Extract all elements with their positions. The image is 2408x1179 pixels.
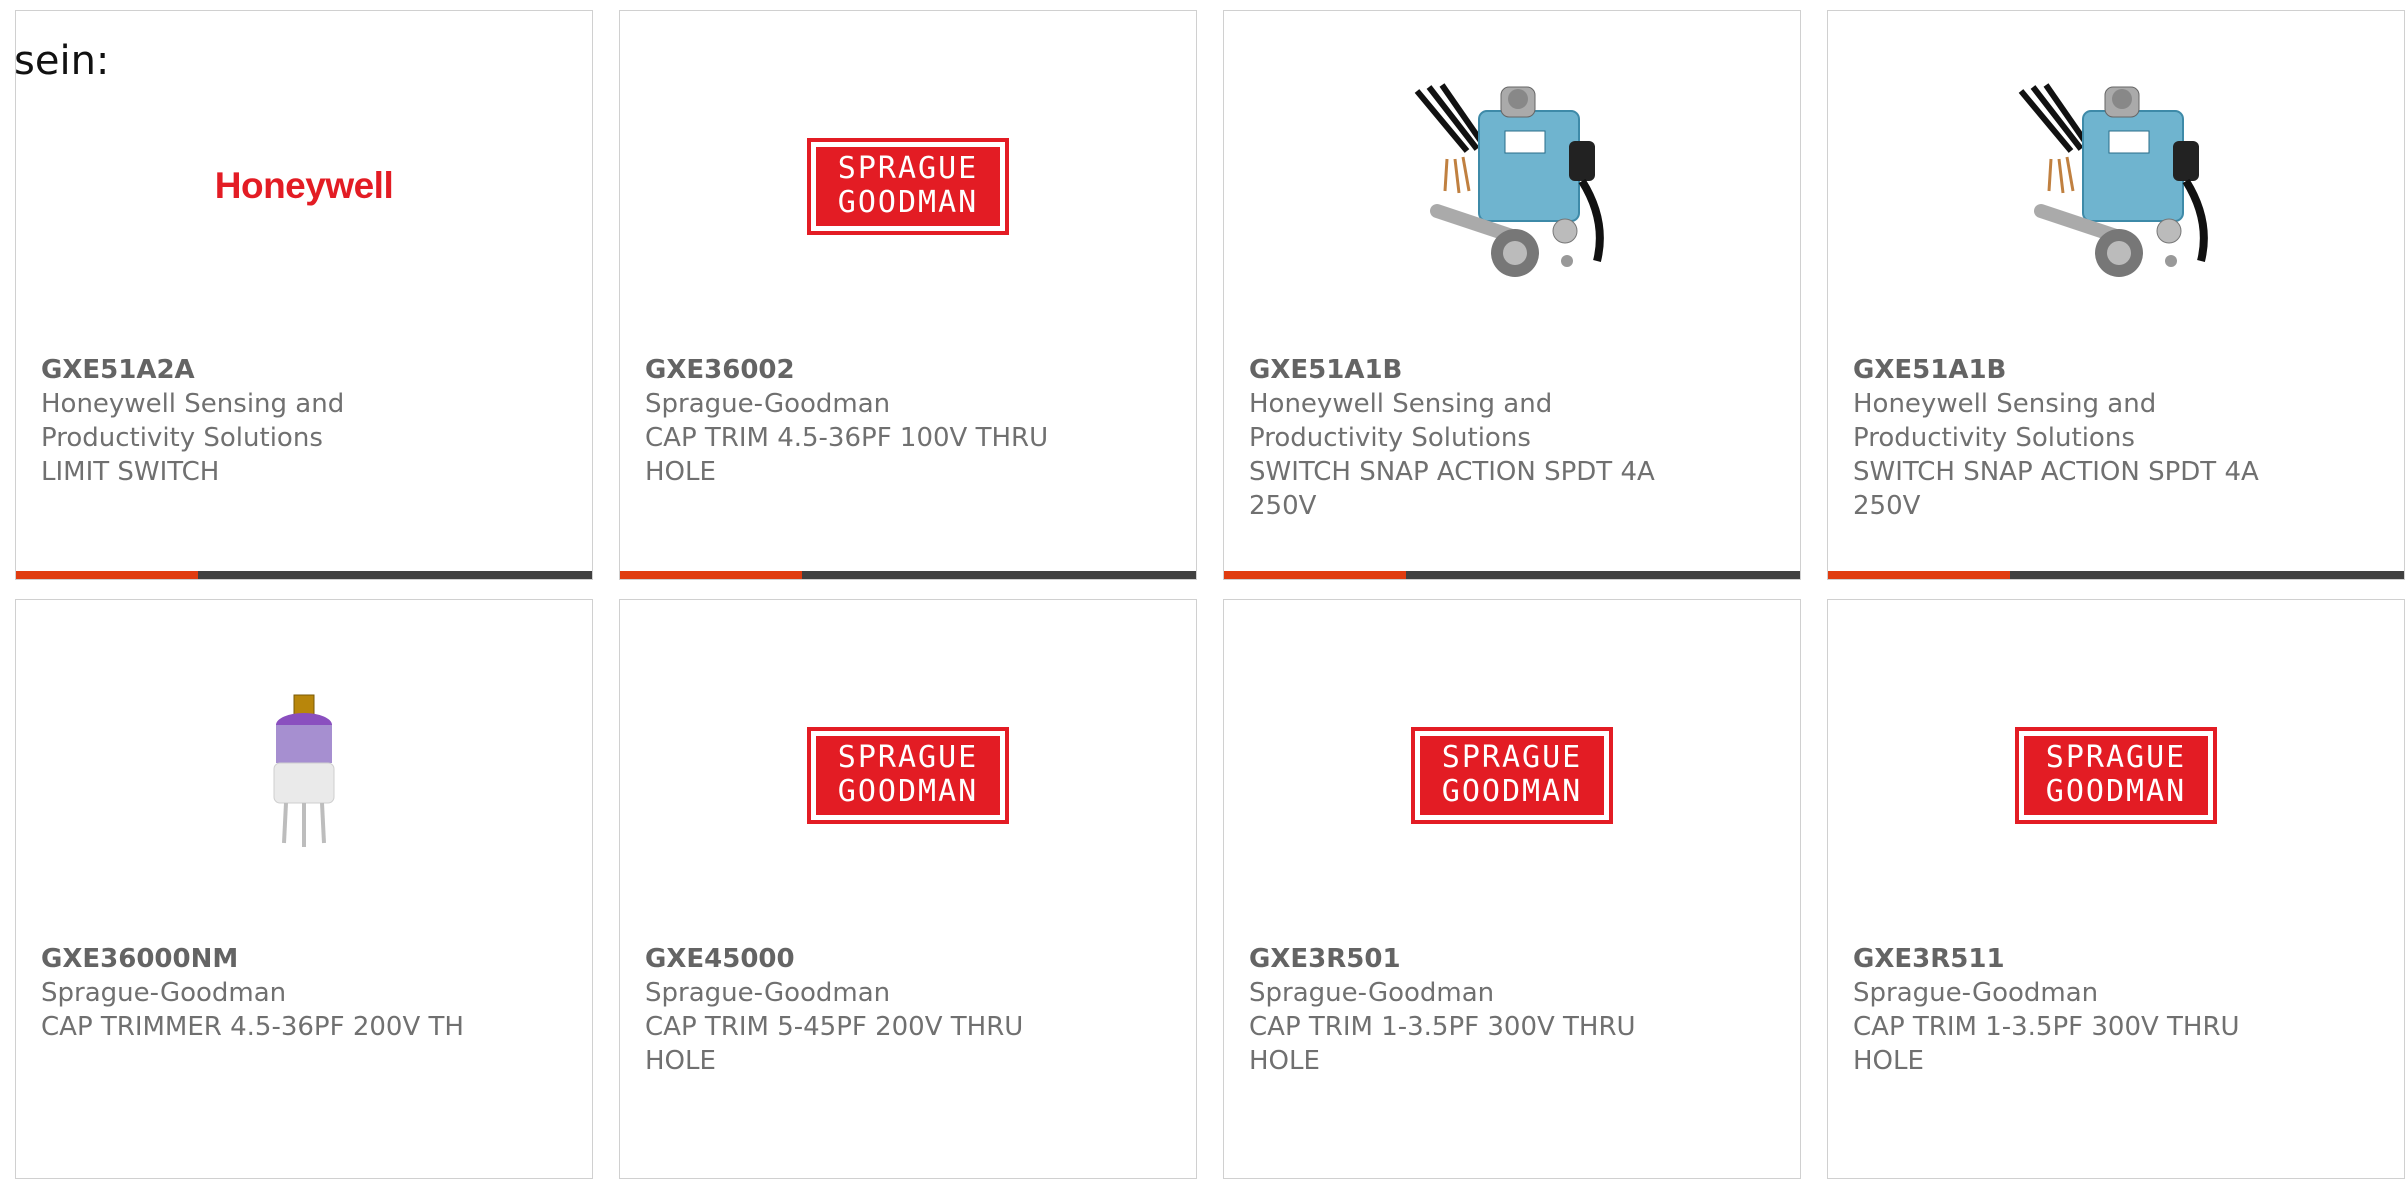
card-bar-accent: [620, 571, 802, 579]
product-image[interactable]: SPRAGUE GOODMAN: [620, 81, 1196, 291]
product-card[interactable]: GXE36000NM Sprague-Goodman CAP TRIMMER 4…: [15, 599, 593, 1179]
manufacturer-name: Sprague-Goodman: [1853, 978, 2099, 1008]
card-bar-accent: [1828, 571, 2010, 579]
product-card[interactable]: SPRAGUE GOODMAN GXE45000 Sprague-Goodman …: [619, 599, 1197, 1179]
part-number-link[interactable]: GXE3R501: [1249, 942, 1679, 976]
manufacturer-name: Honeywell Sensing and Productivity Solut…: [1249, 389, 1553, 453]
intro-text: sein:: [14, 38, 110, 84]
product-image[interactable]: [16, 670, 592, 880]
product-image[interactable]: [1828, 81, 2404, 291]
sprague-goodman-logo: SPRAGUE GOODMAN: [2015, 726, 2217, 824]
product-description: SWITCH SNAP ACTION SPDT 4A 250V: [1249, 457, 1655, 521]
card-bar-accent: [16, 571, 198, 579]
product-description: CAP TRIM 1-3.5PF 300V THRU HOLE: [1249, 1012, 1636, 1076]
card-bar-accent: [1224, 571, 1406, 579]
sprague-goodman-logo: SPRAGUE GOODMAN: [1411, 726, 1613, 824]
product-image[interactable]: SPRAGUE GOODMAN: [1224, 670, 1800, 880]
product-image[interactable]: SPRAGUE GOODMAN: [1828, 670, 2404, 880]
part-number-link[interactable]: GXE51A1B: [1249, 353, 1679, 387]
card-bar: [1224, 571, 1800, 579]
manufacturer-name: Honeywell Sensing and Productivity Solut…: [41, 389, 345, 453]
manufacturer-name: Sprague-Goodman: [645, 978, 891, 1008]
card-bar: [620, 571, 1196, 579]
part-number-link[interactable]: GXE36002: [645, 353, 1075, 387]
card-bar: [16, 571, 592, 579]
manufacturer-name: Honeywell Sensing and Productivity Solut…: [1853, 389, 2157, 453]
honeywell-logo: Honeywell: [214, 165, 394, 206]
product-description: CAP TRIM 4.5-36PF 100V THRU HOLE: [645, 423, 1049, 487]
part-number-link[interactable]: GXE3R511: [1853, 942, 2283, 976]
trimmer-capacitor-photo: [273, 694, 335, 847]
product-card[interactable]: Honeywell GXE51A2A Honeywell Sensing and…: [15, 10, 593, 580]
limit-switch-photo: [2018, 83, 2208, 277]
product-image[interactable]: Honeywell: [16, 81, 592, 291]
manufacturer-name: Sprague-Goodman: [645, 389, 891, 419]
manufacturer-name: Sprague-Goodman: [41, 978, 287, 1008]
product-description: SWITCH SNAP ACTION SPDT 4A 250V: [1853, 457, 2259, 521]
sprague-goodman-logo: SPRAGUE GOODMAN: [807, 726, 1009, 824]
product-image[interactable]: [1224, 81, 1800, 291]
part-number-link[interactable]: GXE51A1B: [1853, 353, 2283, 387]
product-description: CAP TRIM 5-45PF 200V THRU HOLE: [645, 1012, 1024, 1076]
sprague-goodman-logo: SPRAGUE GOODMAN: [807, 137, 1009, 235]
product-description: CAP TRIMMER 4.5-36PF 200V TH: [41, 1012, 464, 1042]
part-number-link[interactable]: GXE51A2A: [41, 353, 471, 387]
product-card[interactable]: SPRAGUE GOODMAN GXE3R501 Sprague-Goodman …: [1223, 599, 1801, 1179]
product-card[interactable]: GXE51A1B Honeywell Sensing and Productiv…: [1223, 10, 1801, 580]
product-card[interactable]: SPRAGUE GOODMAN GXE3R511 Sprague-Goodman …: [1827, 599, 2405, 1179]
product-image[interactable]: SPRAGUE GOODMAN: [620, 670, 1196, 880]
product-card[interactable]: SPRAGUE GOODMAN GXE36002 Sprague-Goodman …: [619, 10, 1197, 580]
card-bar: [1828, 571, 2404, 579]
product-description: LIMIT SWITCH: [41, 457, 220, 487]
part-number-link[interactable]: GXE45000: [645, 942, 1075, 976]
manufacturer-name: Sprague-Goodman: [1249, 978, 1495, 1008]
product-card[interactable]: GXE51A1B Honeywell Sensing and Productiv…: [1827, 10, 2405, 580]
limit-switch-photo: [1414, 83, 1604, 277]
part-number-link[interactable]: GXE36000NM: [41, 942, 471, 976]
product-description: CAP TRIM 1-3.5PF 300V THRU HOLE: [1853, 1012, 2240, 1076]
